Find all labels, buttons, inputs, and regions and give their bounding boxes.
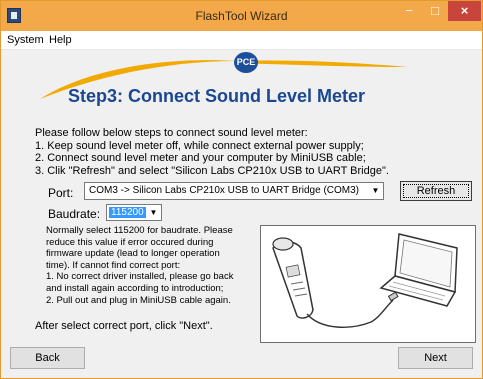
pce-logo: PCE	[234, 52, 258, 73]
baudrate-label: Baudrate:	[48, 207, 101, 221]
instruction-line: 3. Clik "Refresh" and select "Silicon La…	[35, 164, 389, 177]
after-text: After select correct port, click "Next".	[35, 320, 213, 332]
note-line: 2. Pull out and plug in MiniUSB cable ag…	[46, 294, 231, 306]
port-selected-value: COM3 -> Silicon Labs CP210x USB to UART …	[89, 185, 360, 196]
back-button[interactable]: Back	[10, 347, 85, 369]
note-line: Normally select 115200 for baudrate. Ple…	[46, 225, 233, 236]
step-title: Step3: Connect Sound Level Meter	[68, 86, 366, 106]
next-button[interactable]: Next	[398, 347, 473, 369]
instruction-line: 2. Connect sound level meter and your co…	[35, 152, 366, 164]
title-bar[interactable]: FlashTool Wizard − □ ×	[1, 1, 482, 31]
baudrate-dropdown[interactable]: 115200 ▼	[106, 204, 162, 221]
usb-plug	[387, 291, 399, 302]
maximize-button[interactable]: □	[422, 1, 448, 21]
note-line: and install again according to introduct…	[46, 282, 224, 294]
sound-meter-usb-illustration	[260, 225, 476, 343]
dropdown-arrow-icon[interactable]: ▼	[148, 207, 159, 219]
swoosh-shape-2	[236, 60, 408, 67]
instruction-line: 1. Keep sound level meter off, while con…	[35, 139, 364, 152]
baudrate-note: Normally select 115200 for baudrate. Ple…	[46, 225, 254, 306]
menu-bar: System Help	[1, 31, 482, 50]
refresh-button[interactable]: Refresh	[400, 181, 472, 201]
minimize-button[interactable]: −	[396, 1, 422, 21]
meter-microphone	[272, 237, 294, 251]
port-dropdown[interactable]: COM3 -> Silicon Labs CP210x USB to UART …	[84, 182, 384, 200]
illustration-svg	[272, 233, 458, 328]
port-label: Port:	[48, 186, 74, 200]
note-line: 1. No correct driver installed, please g…	[46, 271, 234, 283]
usb-cable	[306, 299, 394, 328]
baudrate-selected-value: 115200	[109, 207, 146, 218]
meter-body	[272, 241, 314, 319]
meter-display	[285, 264, 301, 278]
note-line: reduce this value if error occured durin…	[46, 236, 214, 248]
menu-help[interactable]: Help	[49, 34, 72, 46]
instruction-line: Please follow below steps to connect sou…	[35, 127, 308, 139]
close-button[interactable]: ×	[448, 1, 481, 21]
dropdown-arrow-icon[interactable]: ▼	[370, 185, 381, 197]
note-line: firmware update (lead to longer operatio…	[46, 248, 220, 260]
instructions: Please follow below steps to connect sou…	[35, 127, 389, 177]
note-line: time). If cannot find correct port:	[46, 259, 181, 271]
menu-system[interactable]: System	[7, 34, 44, 46]
